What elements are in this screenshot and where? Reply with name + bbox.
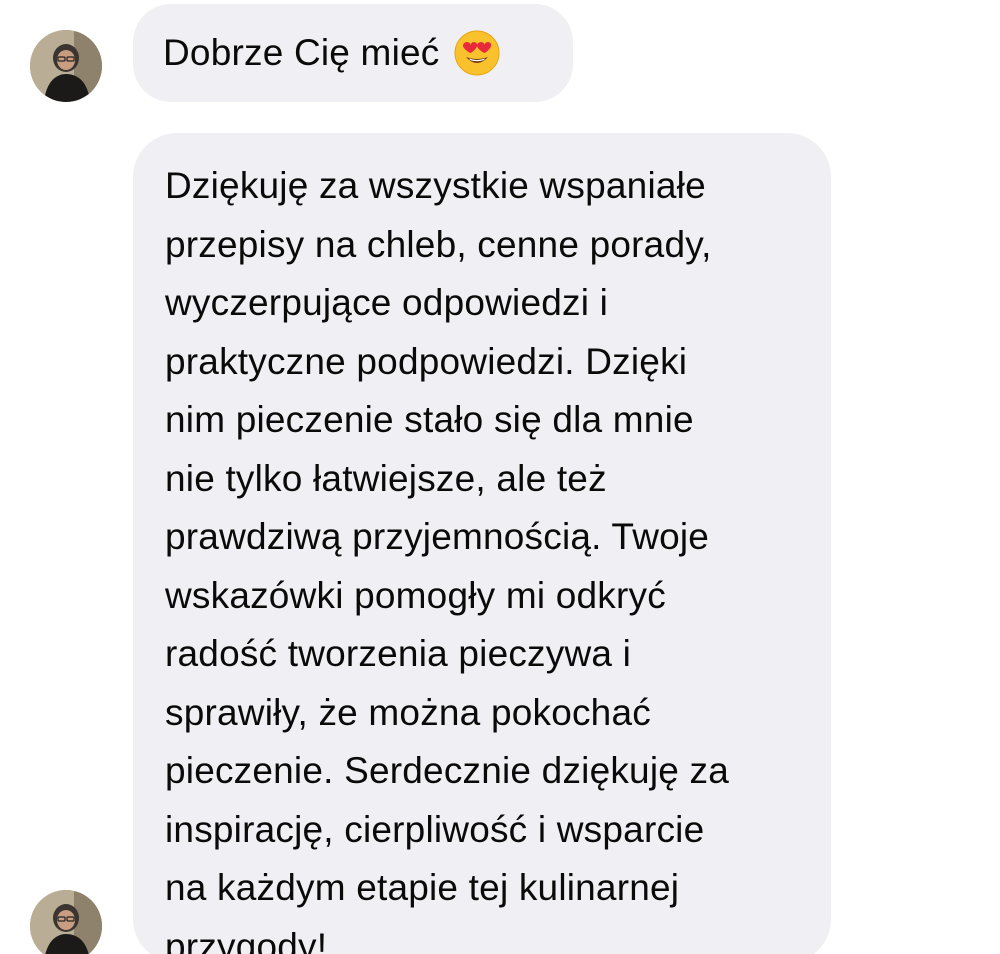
avatar-photo-icon (30, 30, 102, 102)
heart-eyes-emoji-icon (453, 29, 501, 77)
message-text: Dobrze Cię mieć (163, 32, 440, 73)
message-text-line: pieczenie. Serdecznie dziękuję za (165, 750, 729, 791)
message-text-line: na każdym etapie tej kulinarnej (165, 867, 680, 908)
message-text-line: wyczerpujące odpowiedzi i (165, 282, 609, 323)
message-thread: Dobrze Cię mieć Dziękuję za wszystkie ws… (0, 0, 1000, 954)
sender-avatar[interactable] (30, 890, 102, 954)
message-bubble[interactable]: Dziękuję za wszystkie wspaniałe przepisy… (133, 133, 831, 954)
message-text-line: przepisy na chleb, cenne porady, (165, 223, 712, 265)
message-text-line: sprawiły, że można pokochać (165, 691, 651, 733)
message-text-line: inspirację, cierpliwość i wsparcie (165, 808, 705, 850)
sender-avatar[interactable] (30, 30, 102, 102)
message-text-line: prawdziwą przyjemnością. Twoje (165, 516, 710, 557)
message-bubble[interactable]: Dobrze Cię mieć (133, 4, 573, 102)
message-text-line: wskazówki pomogły mi odkryć (165, 574, 666, 616)
message-text-line: przygody! (165, 925, 328, 954)
message-text-line: praktyczne podpowiedzi. Dzięki (165, 340, 688, 382)
message-text-line: nim pieczenie stało się dla mnie (165, 399, 694, 440)
message-text-line: Dziękuję za wszystkie wspaniałe (165, 165, 706, 206)
message-text-line: radość tworzenia pieczywa i (165, 633, 632, 674)
message-text-line: nie tylko łatwiejsze, ale też (165, 457, 607, 499)
avatar-photo-icon (30, 890, 102, 954)
